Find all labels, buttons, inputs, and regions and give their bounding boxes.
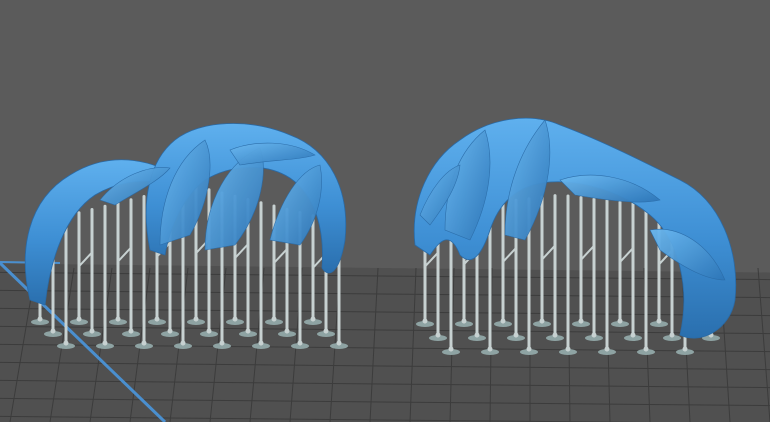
support-brace [580, 245, 595, 261]
support-foot [565, 346, 571, 352]
support-foot [682, 346, 688, 352]
support-brace [234, 243, 249, 259]
support-brace [117, 246, 132, 263]
support-brace [502, 247, 517, 263]
support-foot [552, 332, 558, 338]
support-foot [435, 332, 441, 338]
3d-viewport[interactable] [0, 0, 770, 422]
support-foot [154, 316, 160, 322]
support-foot [89, 328, 95, 334]
support-foot [258, 340, 264, 346]
support-foot [232, 316, 238, 322]
support-foot [539, 318, 545, 324]
support-brace [541, 244, 556, 261]
support-foot [643, 346, 649, 352]
support-foot [206, 328, 212, 334]
support-foot [461, 318, 467, 324]
support-foot [297, 340, 303, 346]
support-foot [310, 316, 316, 322]
support-foot [336, 340, 342, 346]
support-brace [424, 251, 439, 268]
support-foot [500, 318, 506, 324]
support-foot [630, 332, 636, 338]
support-foot [50, 328, 56, 334]
support-foot [180, 340, 186, 346]
support-brace [273, 248, 288, 264]
support-foot [487, 346, 493, 352]
support-foot [448, 346, 454, 352]
support-foot [219, 340, 225, 346]
support-foot [617, 318, 623, 324]
support-foot [167, 328, 173, 334]
support-foot [271, 316, 277, 322]
support-foot [591, 332, 597, 338]
support-brace [78, 251, 93, 268]
support-foot [604, 346, 610, 352]
support-foot [656, 318, 662, 324]
support-foot [76, 316, 82, 322]
support-foot [526, 346, 532, 352]
support-foot [323, 328, 329, 334]
build-plate [0, 261, 770, 422]
build-plate-surface [0, 263, 770, 422]
support-foot [37, 316, 43, 322]
support-foot [128, 328, 134, 334]
support-foot [115, 316, 121, 322]
support-brace [619, 247, 634, 263]
support-foot [102, 340, 108, 346]
support-foot [245, 328, 251, 334]
scene-canvas[interactable] [0, 0, 770, 422]
support-foot [669, 332, 675, 338]
support-foot [141, 340, 147, 346]
support-foot [422, 318, 428, 324]
support-foot [474, 332, 480, 338]
support-foot [513, 332, 519, 338]
support-foot [578, 318, 584, 324]
support-foot [284, 328, 290, 334]
support-foot [193, 316, 199, 322]
support-foot [63, 340, 69, 346]
